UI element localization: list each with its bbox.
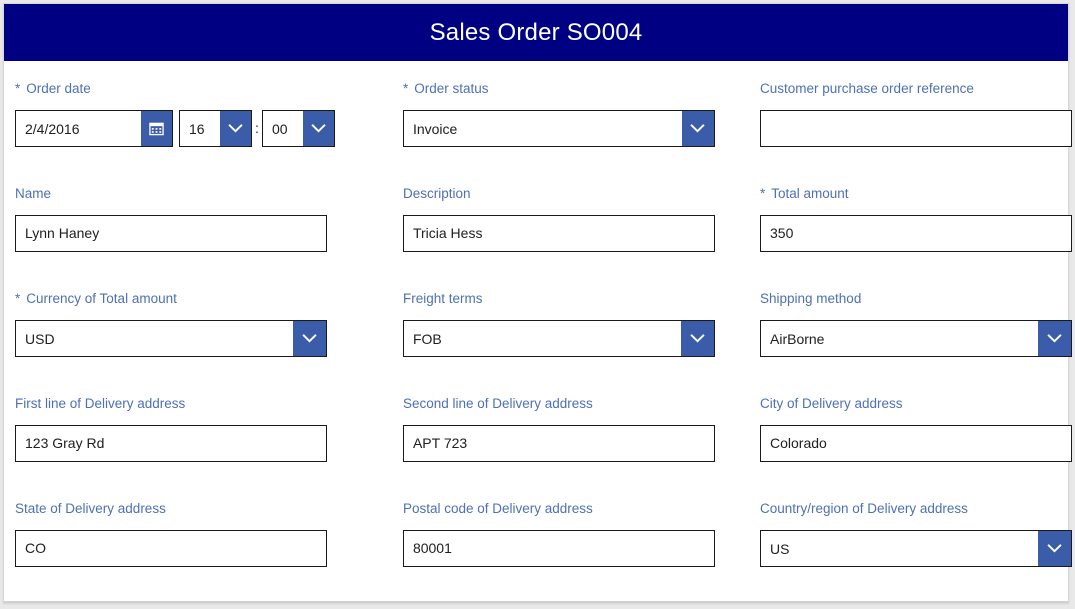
- name-input[interactable]: Lynn Haney: [15, 215, 327, 252]
- datetime-group: 2/4/2016 16: 00: [15, 110, 383, 147]
- chevron-down-icon[interactable]: [303, 111, 334, 146]
- field-label-text: Total amount: [771, 186, 849, 201]
- currency-value[interactable]: USD: [16, 321, 293, 356]
- customer-po-reference-input[interactable]: [760, 110, 1072, 147]
- field-label: * Currency of Total amount: [15, 291, 383, 307]
- sales-order-form: * Order date 2/4/2016 16: 00 * Order st…: [4, 61, 1072, 601]
- field-label: City of Delivery address: [760, 396, 1068, 412]
- field-freight-terms: Freight terms FOB: [383, 271, 737, 357]
- field-label: Description: [403, 186, 737, 202]
- shipping-method-value[interactable]: AirBorne: [761, 321, 1038, 356]
- field-label: * Total amount: [760, 186, 1068, 202]
- field-label: Name: [15, 186, 383, 202]
- address-city-input[interactable]: Colorado: [760, 425, 1072, 462]
- screenshot-root: Sales Order SO004 * Order date 2/4/2016: [0, 0, 1075, 609]
- field-label-text: Customer purchase order reference: [760, 81, 974, 96]
- field-shipping-method: Shipping method AirBorne: [737, 271, 1072, 357]
- field-label: Shipping method: [760, 291, 1068, 307]
- field-currency: * Currency of Total amount USD: [4, 271, 383, 357]
- field-label-text: Currency of Total amount: [26, 291, 177, 306]
- chevron-down-icon[interactable]: [681, 111, 714, 146]
- field-label-text: State of Delivery address: [15, 501, 166, 516]
- field-address-city: City of Delivery address Colorado: [737, 376, 1072, 462]
- order-minute-value[interactable]: 00: [263, 111, 303, 146]
- order-hour-value[interactable]: 16: [180, 111, 220, 146]
- address-postal-code-input[interactable]: 80001: [402, 530, 715, 567]
- field-order-date: * Order date 2/4/2016 16: 00: [4, 61, 383, 147]
- time-separator: :: [255, 120, 259, 136]
- field-label-text: Second line of Delivery address: [402, 396, 593, 411]
- required-asterisk: *: [15, 81, 21, 96]
- chevron-down-icon[interactable]: [1038, 321, 1071, 356]
- window-title-bar: Sales Order SO004: [4, 4, 1068, 61]
- chevron-down-icon[interactable]: [680, 321, 714, 356]
- form-row: * Order date 2/4/2016 16: 00 * Order st…: [4, 61, 1072, 166]
- address-country-value[interactable]: US: [761, 531, 1038, 566]
- form-row: * Currency of Total amount USD Freight te…: [4, 271, 1072, 376]
- calendar-icon[interactable]: [141, 111, 172, 146]
- order-minute-select[interactable]: 00: [262, 110, 335, 147]
- freight-terms-value[interactable]: FOB: [404, 321, 681, 356]
- chevron-down-icon[interactable]: [220, 111, 251, 146]
- currency-select[interactable]: USD: [15, 320, 327, 357]
- order-date-picker[interactable]: 2/4/2016: [15, 110, 173, 147]
- field-label: Country/region of Delivery address: [760, 501, 1068, 517]
- address-line-1-input[interactable]: 123 Gray Rd: [15, 425, 327, 462]
- page-title: Sales Order SO004: [429, 18, 643, 46]
- form-row: First line of Delivery address 123 Gray …: [4, 376, 1072, 481]
- field-order-status: * Order status Invoice: [383, 61, 737, 147]
- order-status-value[interactable]: Invoice: [404, 111, 682, 146]
- field-label: * Order date: [15, 81, 383, 97]
- field-label-text: Name: [15, 186, 52, 201]
- field-address-line-1: First line of Delivery address 123 Gray …: [4, 376, 383, 462]
- field-address-country: Country/region of Delivery address US: [737, 481, 1072, 567]
- field-customer-po-reference: Customer purchase order reference: [737, 61, 1072, 147]
- address-country-select[interactable]: US: [760, 530, 1072, 567]
- required-asterisk: *: [15, 291, 21, 306]
- field-address-postal-code: Postal code of Delivery address 80001: [383, 481, 737, 567]
- field-label-text: City of Delivery address: [760, 396, 903, 411]
- field-label: First line of Delivery address: [15, 396, 383, 412]
- description-input[interactable]: Tricia Hess: [402, 215, 715, 252]
- form-row: State of Delivery address CO Postal code…: [4, 481, 1072, 586]
- field-label: * Order status: [403, 81, 737, 97]
- field-label-text: Order status: [414, 81, 489, 96]
- field-label-text: Freight terms: [402, 291, 483, 306]
- required-asterisk: *: [402, 81, 409, 96]
- field-address-line-2: Second line of Delivery address APT 723: [383, 376, 737, 462]
- field-label-text: Description: [402, 186, 471, 201]
- field-total-amount: * Total amount 350: [737, 166, 1072, 252]
- order-status-select[interactable]: Invoice: [402, 110, 715, 147]
- field-label: Freight terms: [403, 291, 737, 307]
- required-asterisk: *: [760, 186, 766, 201]
- field-label-text: Postal code of Delivery address: [402, 501, 593, 516]
- field-label-text: Country/region of Delivery address: [760, 501, 968, 516]
- shipping-method-select[interactable]: AirBorne: [760, 320, 1072, 357]
- freight-terms-select[interactable]: FOB: [402, 320, 715, 357]
- field-name: Name Lynn Haney: [4, 166, 383, 252]
- field-label: Second line of Delivery address: [403, 396, 737, 412]
- field-label: State of Delivery address: [15, 501, 383, 517]
- field-label-text: First line of Delivery address: [15, 396, 186, 411]
- sales-order-card: Sales Order SO004 * Order date 2/4/2016: [3, 3, 1072, 603]
- order-hour-select[interactable]: 16: [179, 110, 252, 147]
- address-state-input[interactable]: CO: [15, 530, 327, 567]
- form-row: Name Lynn Haney Description Tricia Hess …: [4, 166, 1072, 271]
- total-amount-input[interactable]: 350: [760, 215, 1072, 252]
- chevron-down-icon[interactable]: [293, 321, 326, 356]
- address-line-2-input[interactable]: APT 723: [402, 425, 715, 462]
- field-label-text: Shipping method: [760, 291, 862, 306]
- field-label: Customer purchase order reference: [760, 81, 1068, 97]
- chevron-down-icon[interactable]: [1038, 531, 1071, 566]
- field-address-state: State of Delivery address CO: [4, 481, 383, 567]
- order-date-value[interactable]: 2/4/2016: [16, 111, 141, 146]
- field-label: Postal code of Delivery address: [403, 501, 737, 517]
- field-label-text: Order date: [26, 81, 91, 96]
- field-description: Description Tricia Hess: [383, 166, 737, 252]
